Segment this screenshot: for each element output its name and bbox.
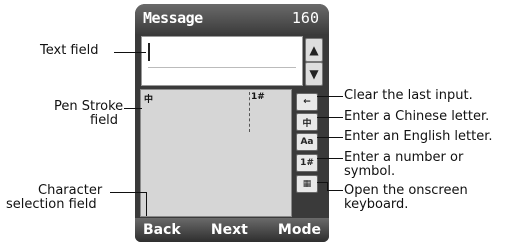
mode-softkey[interactable]: Mode [278,222,321,238]
keyboard-icon: ▦ [302,179,312,189]
callout-line-chinese [317,117,343,118]
keyboard-button[interactable]: ▦ [296,175,318,193]
next-softkey[interactable]: Next [211,222,248,238]
callout-char-sel-1: Character [38,183,103,198]
english-mode-button[interactable]: Aa [296,133,318,151]
callout-text-field: Text field [40,43,99,58]
scroll-down-icon[interactable]: ▼ [305,62,323,86]
callout-char-sel-2: selection field [6,197,97,212]
callout-line-number [317,158,343,159]
pen-stroke-field[interactable]: 中 1# [140,89,292,217]
callout-chinese: Enter a Chinese letter. [344,109,490,124]
char-counter: 160 [291,9,319,27]
phone-screen: Message 160 ▲ ▼ 中 1# ← 中 Aa 1# ▦ ◀ 1联 2媒… [135,4,329,242]
callout-line-keyboard-v [327,182,328,190]
title-bar: Message 160 [135,4,329,34]
callout-line-keyboard-h2 [327,190,343,191]
callout-vline-char-sel [146,192,147,216]
back-softkey[interactable]: Back [143,222,181,238]
callout-english: Enter an English letter. [344,129,493,144]
scroll-up-icon[interactable]: ▲ [305,38,323,62]
text-baseline [148,67,296,68]
callout-number-2: symbol. [344,164,396,179]
callout-line-text-field [114,52,146,53]
text-caret [148,43,150,61]
callout-line-char-sel [110,192,146,193]
backspace-icon: ← [303,97,311,107]
pen-field-divider [249,92,250,132]
callout-pen-stroke-2: field [90,113,119,128]
chinese-mode-label: 中 [302,118,312,129]
clear-button[interactable]: ← [296,93,318,111]
chinese-mode-button[interactable]: 中 [296,113,318,131]
callout-line-clear [317,96,343,97]
english-mode-label: Aa [300,137,314,147]
number-mode-button[interactable]: 1# [296,154,318,172]
callout-keyboard-1: Open the onscreen [344,183,468,198]
pen-field-label-chinese: 中 [144,95,154,105]
callout-clear: Clear the last input. [344,88,473,103]
callout-pen-stroke-1: Pen Stroke [54,99,124,114]
callout-number-1: Enter a number or [344,150,464,165]
pen-field-label-number: 1# [251,92,265,102]
callout-line-pen-stroke [124,108,142,109]
callout-line-english [317,137,343,138]
number-mode-label: 1# [300,158,314,168]
screen-title: Message [143,9,203,27]
softkey-bar: Back Next Mode [135,218,329,242]
text-field[interactable] [141,36,303,86]
callout-line-keyboard-h [317,182,327,183]
callout-keyboard-2: keyboard. [344,197,409,212]
